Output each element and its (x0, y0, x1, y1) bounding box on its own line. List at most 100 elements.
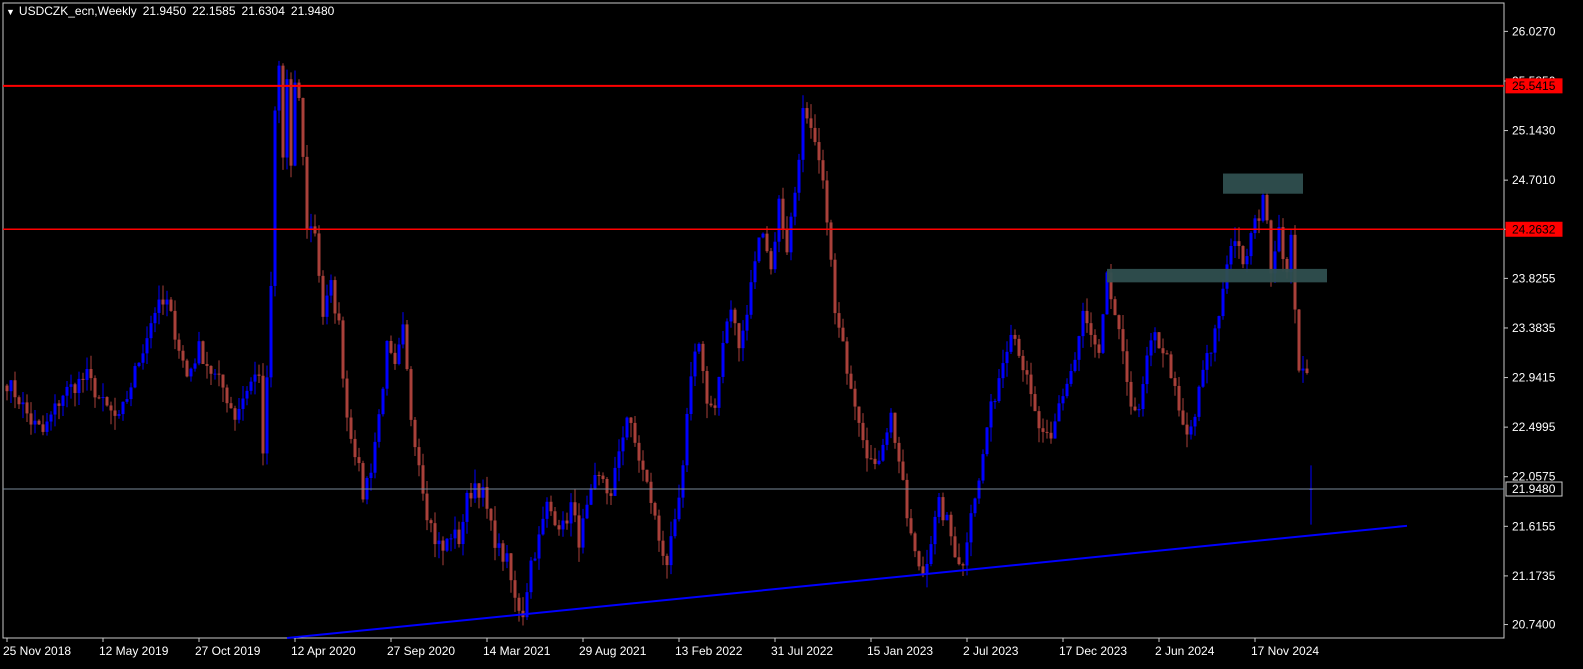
candle-body (1093, 334, 1097, 345)
y-tick-label: 21.6155 (1512, 519, 1556, 533)
candle-body (1057, 403, 1061, 422)
candle-body (897, 442, 901, 462)
candle-body (485, 486, 489, 509)
x-tick-label: 2 Jul 2023 (963, 644, 1019, 658)
candle-body (141, 353, 145, 363)
candle-body (1145, 355, 1149, 385)
price-label: 24.2632 (1512, 222, 1556, 236)
candle-body (1097, 344, 1101, 353)
low-value: 21.6304 (241, 4, 285, 18)
candle-body (209, 365, 213, 374)
candle-body (965, 542, 969, 566)
candle-body (1101, 314, 1105, 353)
candle-body (189, 368, 193, 377)
candle-body (81, 378, 85, 380)
candle-body (677, 497, 681, 520)
candle-body (1169, 354, 1173, 379)
candle-body (705, 371, 709, 404)
y-tick-label: 23.3835 (1512, 321, 1556, 335)
candle-body (729, 309, 733, 322)
candle-body (589, 488, 593, 505)
candle-body (1153, 332, 1157, 341)
candle-body (1305, 368, 1309, 374)
candle-body (773, 241, 777, 270)
candle-body (261, 375, 265, 454)
candle-body (853, 388, 857, 407)
candle-body (121, 401, 125, 415)
candle-body (1021, 355, 1025, 371)
candle-body (1237, 241, 1241, 247)
candle-body (1189, 426, 1193, 435)
supply-zone[interactable] (1107, 268, 1327, 283)
candle-body (1045, 431, 1049, 433)
candle-body (697, 343, 701, 352)
x-tick-label: 12 Apr 2020 (291, 644, 356, 658)
candle-body (401, 324, 405, 345)
candle-body (361, 463, 365, 500)
chart-header: ▼ USDCZK_ecn,Weekly 21.9450 22.1585 21.6304 2… (6, 4, 334, 18)
candle-body (821, 160, 825, 181)
candle-body (1037, 411, 1041, 429)
candle-body (833, 259, 837, 314)
candle-body (133, 366, 137, 388)
candle-body (1205, 353, 1209, 370)
candle-body (425, 493, 429, 521)
symbol-timeframe: USDCZK_ecn,Weekly (18, 4, 137, 18)
candle-body (109, 405, 113, 411)
candle-body (557, 525, 561, 530)
candle-body (493, 520, 497, 548)
candle-body (529, 560, 533, 593)
candle-body (533, 558, 537, 561)
candle-body (1245, 256, 1249, 265)
candle-body (393, 352, 397, 364)
candle-body (237, 408, 241, 420)
candle-body (325, 295, 329, 317)
x-tick-label: 25 Nov 2018 (3, 644, 71, 658)
candle-body (813, 127, 817, 143)
candle-body (1277, 226, 1281, 252)
candle-body (293, 82, 297, 166)
price-chart[interactable]: 26.027025.585025.143024.701024.263223.82… (0, 0, 1583, 669)
candle-body (789, 216, 793, 253)
candle-body (1005, 351, 1009, 364)
candle-body (497, 543, 501, 548)
supply-zone[interactable] (1223, 173, 1303, 194)
candle-body (93, 378, 97, 398)
candle-body (513, 580, 517, 598)
candle-body (253, 374, 257, 382)
candle-body (997, 378, 1001, 402)
x-tick-label: 17 Dec 2023 (1059, 644, 1127, 658)
candle-body (653, 502, 657, 516)
candle-body (657, 515, 661, 541)
candle-body (1041, 428, 1045, 432)
candle-body (73, 384, 77, 394)
candle-body (181, 350, 185, 361)
candle-body (901, 461, 905, 480)
candle-body (349, 417, 353, 439)
candle-body (169, 299, 173, 311)
candle-body (61, 395, 65, 406)
candle-body (649, 481, 653, 503)
x-tick-label: 13 Feb 2022 (675, 644, 743, 658)
candle-body (469, 492, 473, 499)
candle-body (989, 401, 993, 428)
y-tick-label: 23.8255 (1512, 271, 1556, 285)
candle-body (369, 472, 373, 478)
y-tick-label: 22.4995 (1512, 420, 1556, 434)
candle-body (949, 514, 953, 537)
candle-body (973, 498, 977, 514)
candle-body (333, 280, 337, 314)
candle-body (745, 314, 749, 331)
price-label: 21.9480 (1512, 482, 1556, 496)
candle-body (845, 341, 849, 374)
candle-body (305, 156, 309, 230)
candle-body (1129, 381, 1133, 407)
candle-body (741, 330, 745, 349)
candle-body (53, 403, 57, 415)
candle-body (1213, 328, 1217, 353)
candle-body (185, 360, 189, 377)
candle-body (1089, 323, 1093, 335)
candle-body (985, 427, 989, 455)
triangle-down-icon[interactable]: ▼ (6, 7, 15, 17)
candle-body (809, 118, 813, 128)
